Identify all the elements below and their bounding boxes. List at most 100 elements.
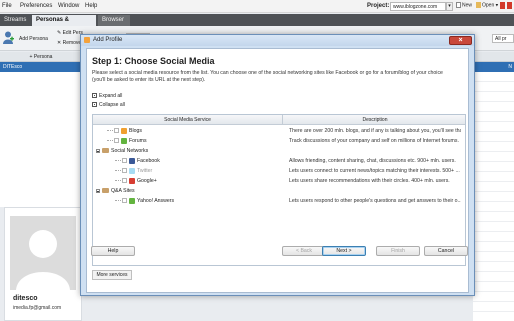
menu-bar: File Preferences Window Help Project: ww… <box>0 0 514 13</box>
step-title: Step 1: Choose Social Media <box>92 56 215 66</box>
profile-filter-select[interactable]: All pr <box>492 34 514 43</box>
main-tab-bar: Streams Personas & Profiles Browser <box>0 14 514 34</box>
profile-grid-header <box>473 52 514 62</box>
row-service-cell: Forums <box>107 136 147 146</box>
profile-grid-row[interactable]: N <box>473 62 514 72</box>
column-header-description[interactable]: Description <box>284 115 465 125</box>
new-button[interactable]: New <box>456 2 472 8</box>
persona-list-item[interactable]: DITEsco <box>0 62 82 72</box>
close-button[interactable]: × <box>449 36 472 45</box>
tree-line <box>107 140 113 142</box>
menu-window[interactable]: Window <box>58 3 79 9</box>
add-persona-label: Add Persona <box>19 36 48 42</box>
row-description: Lets users connect to current news/topic… <box>289 168 460 174</box>
tab-personas-profiles[interactable]: Personas & Profiles <box>32 15 96 34</box>
yahoo-answers-icon <box>129 197 135 204</box>
table-row-social-networks-group[interactable]: Social Networks <box>93 146 465 156</box>
dialog-title: Add Profile <box>93 37 123 43</box>
row-description: There are over 200 mln. blogs, and if an… <box>289 128 461 134</box>
table-row-twitter[interactable]: Twitter Lets users connect to current ne… <box>93 166 465 176</box>
row-checkbox[interactable] <box>122 178 127 184</box>
google-plus-icon <box>129 177 135 184</box>
dialog-body: Step 1: Choose Social Media Please selec… <box>86 48 469 293</box>
row-label: Blogs <box>129 128 142 134</box>
row-checkbox[interactable] <box>122 198 127 204</box>
group-label: Social Networks <box>111 148 149 154</box>
tree-line <box>107 130 113 132</box>
row-service-cell: Blogs <box>107 126 142 136</box>
collapse-toggle-icon[interactable] <box>96 148 100 153</box>
row-label: Forums <box>129 138 147 144</box>
close-icon: × <box>458 37 463 44</box>
open-button[interactable]: Open ▾ <box>476 2 498 8</box>
remove-persona-button[interactable]: ✕ Remove <box>57 40 81 46</box>
table-row-facebook[interactable]: Facebook Allows friending, content shari… <box>93 156 465 166</box>
pdf-icon[interactable] <box>507 2 512 9</box>
table-row-blogs[interactable]: Blogs There are over 200 mln. blogs, and… <box>93 126 465 136</box>
intro-text: (you'll be asked to enter its URL at the… <box>92 77 206 83</box>
persona-list <box>0 72 82 207</box>
table-row-yahoo-answers[interactable]: Yahoo! Answers Lets users respond to oth… <box>93 196 465 206</box>
profile-card: ditesco imedia.fp@gmail.com <box>4 207 82 321</box>
tree-line <box>115 200 121 202</box>
project-label: Project: <box>367 3 390 9</box>
profile-email: imedia.fp@gmail.com <box>13 305 62 311</box>
app-icon <box>84 37 90 43</box>
row-checkbox[interactable] <box>122 168 127 174</box>
row-service-cell: Facebook <box>115 156 160 166</box>
chevron-down-icon[interactable]: ▾ <box>446 2 453 11</box>
expand-all-icon <box>92 93 97 99</box>
row-checkbox[interactable] <box>114 128 119 134</box>
folder-icon <box>102 188 109 194</box>
persona-list-header[interactable]: + Persona <box>0 52 82 62</box>
add-persona-button[interactable]: Add Persona <box>3 31 53 45</box>
row-description: Allows friending, content sharing, chat,… <box>289 158 456 164</box>
folder-icon <box>102 148 109 154</box>
avatar <box>10 216 76 290</box>
edit-persona-button[interactable]: ✎ Edit Pers <box>57 30 83 36</box>
expand-all-label: Expand all <box>99 93 123 99</box>
collapse-all-link[interactable]: Collapse all <box>92 102 125 108</box>
row-service-cell: Yahoo! Answers <box>115 196 174 206</box>
row-description: Lets users respond to other people's que… <box>289 198 461 204</box>
table-row-forums[interactable]: Forums Track discussions of your company… <box>93 136 465 146</box>
profile-grid <box>473 72 514 321</box>
facebook-icon <box>129 157 135 164</box>
back-button[interactable]: < Back <box>282 246 326 256</box>
table-row-google-plus[interactable]: Google+ Lets users share recommendations… <box>93 176 465 186</box>
add-profile-dialog: Add Profile × Step 1: Choose Social Medi… <box>80 34 475 296</box>
finish-button[interactable]: Finish <box>376 246 420 256</box>
row-service-cell: Twitter <box>115 166 152 176</box>
tab-streams[interactable]: Streams <box>0 15 30 26</box>
row-service-cell: Q&A Sites <box>96 186 135 196</box>
open-button-label: Open <box>482 2 495 9</box>
menu-file[interactable]: File <box>2 3 12 9</box>
help-button[interactable]: Help <box>91 246 135 256</box>
column-header-service[interactable]: Social Media Service <box>93 115 283 125</box>
cancel-button[interactable]: Cancel <box>424 246 468 256</box>
row-checkbox[interactable] <box>122 158 127 164</box>
add-person-icon <box>3 31 14 44</box>
tree-line <box>115 180 121 182</box>
row-checkbox[interactable] <box>114 138 119 144</box>
group-label: Q&A Sites <box>111 188 135 194</box>
row-label: Facebook <box>137 158 160 164</box>
collapse-toggle-icon[interactable] <box>96 188 100 193</box>
pdf-icon[interactable] <box>500 2 505 9</box>
avatar-placeholder-icon <box>10 216 76 290</box>
menu-preferences[interactable]: Preferences <box>20 3 52 9</box>
folder-icon <box>476 2 481 8</box>
expand-all-link[interactable]: Expand all <box>92 93 122 99</box>
dialog-titlebar[interactable]: Add Profile × <box>81 35 474 46</box>
next-button[interactable]: Next > <box>322 246 366 256</box>
twitter-icon <box>129 167 135 174</box>
table-row-qa-sites-group[interactable]: Q&A Sites <box>93 186 465 196</box>
collapse-all-icon <box>92 102 97 108</box>
row-label: Twitter <box>137 168 153 174</box>
tree-line <box>115 160 121 162</box>
new-document-icon <box>456 2 461 8</box>
project-select[interactable]: www.iblogzone.com <box>390 2 446 11</box>
tab-browser[interactable]: Browser <box>98 15 130 26</box>
menu-help[interactable]: Help <box>85 3 97 9</box>
row-description: Lets users share recommendations with th… <box>289 178 450 184</box>
